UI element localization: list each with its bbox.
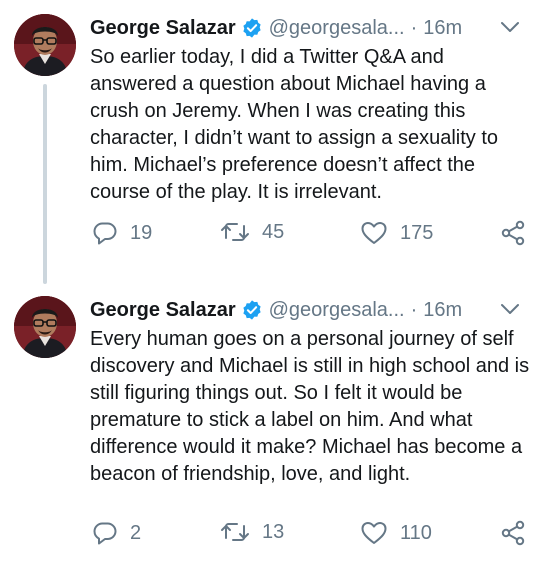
like-count: 175	[400, 221, 434, 244]
reply-count: 19	[130, 221, 153, 244]
tweet-actions: 2 13 110	[90, 520, 526, 550]
author-handle[interactable]: @georgesala...	[269, 299, 405, 322]
reply-count: 2	[130, 521, 142, 544]
like-count: 110	[400, 521, 432, 544]
verified-badge-icon	[241, 17, 263, 39]
retweet-button[interactable]: 13	[220, 520, 284, 544]
retweet-icon	[221, 523, 249, 541]
separator-dot: ·	[410, 298, 418, 321]
tweet-1[interactable]: George Salazar @georgesala... · 16m So e…	[0, 0, 540, 284]
verified-badge-icon	[241, 299, 263, 321]
avatar-image	[14, 14, 76, 76]
tweet-text: Every human goes on a personal journey o…	[90, 328, 530, 485]
separator-dot: ·	[410, 16, 418, 39]
tweet-header: George Salazar @georgesala... · 16m	[90, 14, 526, 42]
author-name[interactable]: George Salazar	[90, 299, 236, 322]
avatar-image	[14, 296, 76, 358]
reply-button[interactable]: 19	[92, 220, 152, 246]
avatar[interactable]	[14, 296, 76, 358]
like-button[interactable]: 110	[360, 520, 432, 546]
retweet-count: 45	[262, 220, 285, 243]
reply-button[interactable]: 2	[92, 520, 141, 546]
share-icon	[501, 520, 525, 546]
author-name[interactable]: George Salazar	[90, 17, 236, 40]
like-button[interactable]: 175	[360, 220, 433, 246]
tweet-thread: George Salazar @georgesala... · 16m So e…	[0, 0, 540, 572]
heart-icon	[361, 222, 387, 244]
tweet-header: George Salazar @georgesala... · 16m	[90, 296, 526, 324]
heart-icon	[361, 522, 387, 544]
chevron-down-icon[interactable]	[500, 302, 520, 321]
tweet-text: So earlier today, I did a Twitter Q&A an…	[90, 46, 498, 203]
share-button[interactable]	[500, 220, 526, 246]
timestamp[interactable]: 16m	[423, 299, 462, 322]
share-icon	[501, 220, 525, 246]
avatar[interactable]	[14, 14, 76, 76]
retweet-icon	[221, 223, 249, 241]
author-handle[interactable]: @georgesala...	[269, 17, 405, 40]
tweet-2[interactable]: George Salazar @georgesala... · 16m Ever…	[0, 282, 540, 572]
reply-icon	[93, 522, 117, 545]
share-button[interactable]	[500, 520, 526, 546]
tweet-actions: 19 45 175	[90, 220, 526, 250]
thread-connector-line	[43, 84, 47, 284]
timestamp[interactable]: 16m	[423, 17, 462, 40]
retweet-count: 13	[262, 520, 285, 543]
chevron-down-icon[interactable]	[500, 20, 520, 39]
reply-icon	[93, 222, 117, 245]
retweet-button[interactable]: 45	[220, 220, 284, 244]
